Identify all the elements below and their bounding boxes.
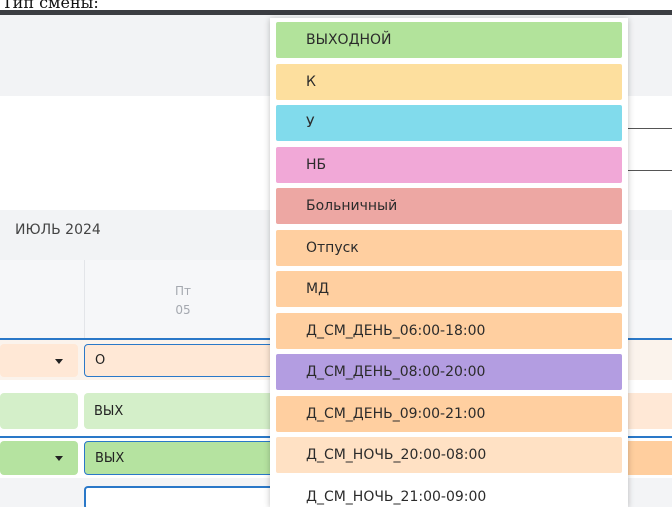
day-number: 05 [175, 303, 191, 317]
shift-select-cell[interactable]: ВЫХ [84, 441, 274, 475]
shift-value-cell[interactable]: ВЫХ [84, 393, 274, 429]
chevron-down-icon[interactable] [55, 359, 63, 364]
right-shift-cell[interactable] [628, 393, 672, 429]
dropdown-option[interactable]: МД [276, 271, 622, 307]
left-shift-select[interactable] [0, 441, 78, 475]
dropdown-option[interactable]: Д_СМ_ДЕНЬ_09:00-21:00 [276, 395, 622, 432]
dropdown-option[interactable]: Д_СМ_НОЧЬ_21:00-09:00 [276, 478, 622, 507]
dropdown-option[interactable]: Больничный [276, 188, 622, 224]
left-shift-select[interactable] [0, 393, 78, 429]
month-label: ИЮЛЬ 2024 [15, 222, 101, 238]
dropdown-option[interactable]: Отпуск [276, 229, 622, 266]
shift-type-dropdown[interactable]: ВЫХОДНОЙ К У НБ Больничный Отпуск МД Д_СМ_ДЕНЬ_… [270, 18, 628, 507]
filter-underline-1 [622, 128, 672, 129]
shift-select-cell[interactable]: О [84, 344, 274, 377]
filter-underline-2 [622, 170, 672, 171]
right-shift-cell[interactable] [628, 441, 672, 475]
dropdown-option[interactable]: НБ [276, 146, 622, 183]
column-separator [84, 260, 85, 338]
dropdown-option[interactable]: У [276, 105, 622, 141]
dropdown-option[interactable]: Д_СМ_ДЕНЬ_08:00-20:00 [276, 354, 622, 390]
dropdown-option[interactable]: ВЫХОДНОЙ [276, 22, 622, 58]
shift-select-cell[interactable] [84, 486, 274, 507]
left-shift-select[interactable] [0, 344, 78, 377]
chevron-down-icon[interactable] [55, 456, 63, 461]
day-of-week: Пт [174, 284, 191, 298]
dropdown-option[interactable]: Д_СМ_НОЧЬ_20:00-08:00 [276, 437, 622, 473]
dropdown-option[interactable]: Д_СМ_ДЕНЬ_06:00-18:00 [276, 312, 622, 349]
dropdown-option[interactable]: К [276, 63, 622, 100]
